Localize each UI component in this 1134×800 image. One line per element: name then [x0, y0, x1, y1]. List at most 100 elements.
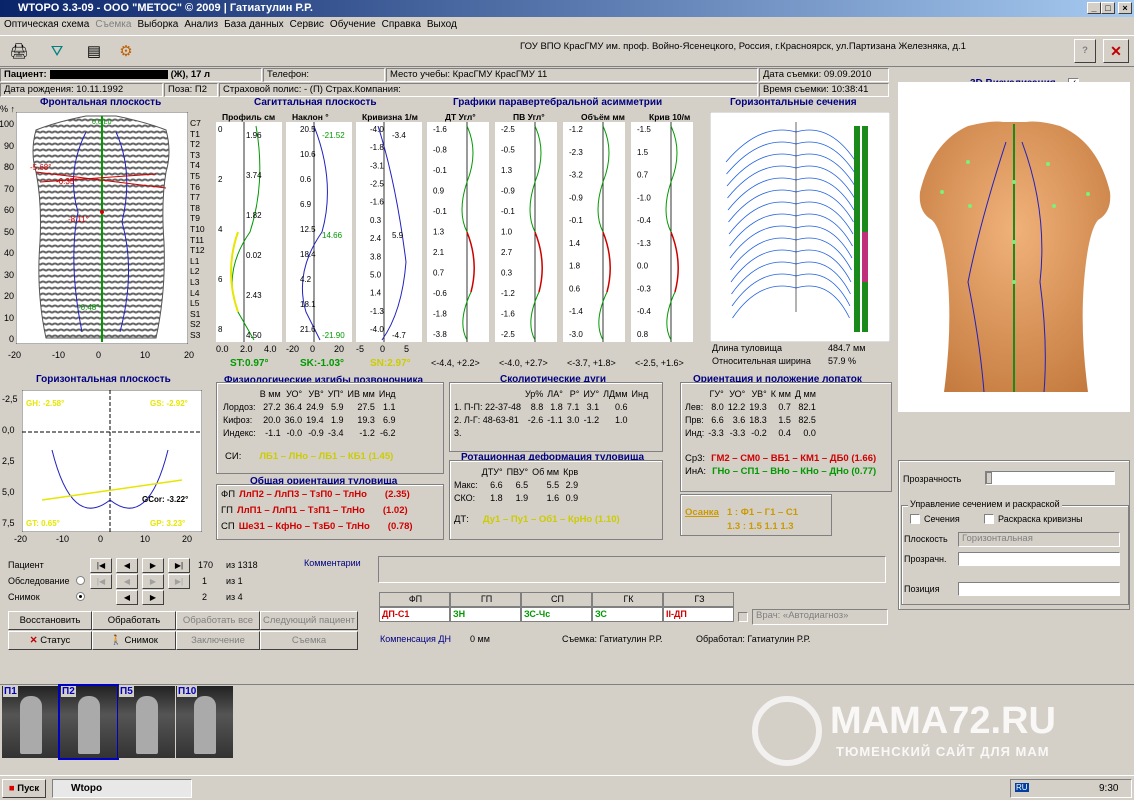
- card-icon[interactable]: ▤: [83, 40, 105, 62]
- nav-button[interactable]: ◀: [116, 574, 138, 589]
- menu-item-7[interactable]: Справка: [382, 17, 427, 33]
- posture-values-2: 1.3 : 1.5 1.1 1.3: [727, 521, 794, 532]
- viz3d-view[interactable]: [898, 82, 1130, 412]
- nav-button[interactable]: |◀: [90, 558, 112, 573]
- process-all-button[interactable]: Обработать все: [176, 611, 260, 630]
- start-button[interactable]: ■ Пуск: [2, 779, 46, 798]
- physio-cell: -6.2: [380, 427, 396, 438]
- print-icon[interactable]: 🖨: [8, 40, 30, 62]
- status-button[interactable]: ✕ Статус: [8, 631, 92, 650]
- language-indicator[interactable]: RU: [1015, 783, 1029, 792]
- diag-value[interactable]: II-ДП: [663, 607, 734, 622]
- scol-cell: 3.1: [586, 401, 600, 412]
- parav-tick: -0.6: [433, 289, 447, 298]
- physio-header: Инд: [378, 388, 396, 399]
- frontal-x-tick: 10: [140, 350, 151, 360]
- parav-tick: 1.8: [569, 262, 581, 271]
- filter-icon[interactable]: ⛛: [46, 40, 68, 62]
- shoot-time-field: Время съемки: 10:38:41: [759, 83, 889, 97]
- nav-button[interactable]: ▶|: [168, 558, 190, 573]
- menu-item-3[interactable]: Анализ: [184, 17, 224, 33]
- orient-values: ЛлП2 – ЛлП3 – ТзП0 – ТлНо: [239, 489, 367, 500]
- hplane-x-tick: 20: [182, 534, 193, 544]
- diag-value[interactable]: ДП-С1: [379, 607, 450, 622]
- doctor-checkbox[interactable]: [738, 612, 748, 622]
- close-window-button[interactable]: ×: [1118, 2, 1132, 14]
- scol-cell: [565, 426, 582, 439]
- comments-input[interactable]: [378, 556, 886, 583]
- minimize-button[interactable]: _: [1087, 2, 1101, 14]
- sections-checkbox[interactable]: [910, 514, 920, 524]
- vertebra-label: T4: [190, 160, 200, 171]
- diag-value[interactable]: ЗС: [592, 607, 663, 622]
- menu-item-6[interactable]: Обучение: [330, 17, 382, 33]
- conclusion-button[interactable]: Заключение: [176, 631, 260, 650]
- physio-cell: 1.9: [330, 414, 344, 425]
- nav-button[interactable]: ▶|: [168, 574, 190, 589]
- shot-radio[interactable]: [76, 592, 85, 601]
- patient-number: 170: [198, 560, 214, 570]
- exit-button[interactable]: ✕: [1103, 39, 1129, 63]
- gear-icon[interactable]: ⚙: [115, 40, 137, 62]
- menu-item-4[interactable]: База данных: [224, 17, 290, 33]
- toolbar: 🖨 ⛛ ▤ ⚙ ГОУ ВПО КрасГМУ им. проф. Войно-…: [0, 35, 1134, 67]
- vertebra-label: L4: [190, 287, 200, 298]
- scol-header: ЛА°: [547, 388, 563, 399]
- frontal-y-tick: 60: [3, 205, 14, 215]
- si-label: СИ:: [225, 451, 242, 462]
- orient-key: СП: [221, 521, 235, 532]
- thumbnail-figure-icon: [194, 696, 216, 754]
- physio-cell: -0.0: [286, 427, 303, 438]
- rot-header: ДТУ°: [481, 466, 503, 477]
- shoot-button[interactable]: Съемка: [260, 631, 358, 650]
- diag-value[interactable]: ЗН: [450, 607, 521, 622]
- nav-button[interactable]: ▶: [142, 590, 164, 605]
- plane-select[interactable]: Горизонтальная: [958, 532, 1120, 547]
- menu-item-1[interactable]: Съемка: [95, 17, 137, 33]
- menu-item-5[interactable]: Сервис: [290, 17, 330, 33]
- thumbnail-label: П5: [119, 686, 134, 697]
- scol-cell: [601, 426, 629, 439]
- scap-header: [683, 387, 706, 400]
- scap-cell: 1.5: [778, 414, 791, 425]
- taskbar-app[interactable]: Wtopo: [52, 779, 192, 798]
- restore-button[interactable]: Восстановить: [8, 611, 92, 630]
- window-title: WTOPO 3.3-09 - ООО "МЕТОС" © 2009 | Гати…: [0, 0, 1134, 17]
- menu-item-8[interactable]: Выход: [427, 17, 463, 33]
- scapula-group: ГУ° УО° УВ° К мм Д мм Лев: 8.0 12.2 19.3 0.7 82.1 П…: [680, 382, 892, 492]
- position-slider[interactable]: [958, 582, 1120, 596]
- shot-by: Съемка: Гатиатулин Р.Р.: [562, 634, 663, 644]
- help-button[interactable]: ?: [1074, 39, 1096, 63]
- process-button[interactable]: Обработать: [92, 611, 176, 630]
- sections-label: Сечения: [924, 514, 960, 524]
- transparency-slider[interactable]: [985, 471, 1115, 485]
- vertebra-labels: C7 T1 T2 T3 T4 T5 T6 T7 T8 T9 T10 T11 T12 L1 L2 L3 L4 L5 S…: [190, 118, 210, 346]
- next-patient-button[interactable]: Следующий пациент: [260, 611, 358, 630]
- scoliotic-group: Ур% ЛА° Р° ИУ° ЛДмм Инд 1. П-П: 22-37-48 8.8 1.8…: [449, 382, 663, 452]
- menu-item-0[interactable]: Оптическая схема: [4, 17, 95, 33]
- diag-value[interactable]: ЗС-Чс: [521, 607, 592, 622]
- snapshot-button[interactable]: 🚶 Снимок: [92, 631, 176, 650]
- rot-cell: 6.6: [490, 479, 503, 490]
- sagittal-tick: 0.6: [300, 175, 312, 184]
- vertebra-label: T12: [190, 245, 205, 256]
- orient-key: ГП: [221, 505, 233, 516]
- nav-button[interactable]: ▶: [142, 574, 164, 589]
- vertebra-label: L3: [190, 277, 200, 287]
- menu-item-2[interactable]: Выборка: [137, 17, 184, 33]
- exam-radio[interactable]: [76, 576, 85, 585]
- maximize-button[interactable]: □: [1101, 2, 1115, 14]
- nav-button[interactable]: ▶: [142, 558, 164, 573]
- frontal-angle-4: -0.48°: [78, 303, 99, 312]
- scap-cell: -3.3: [729, 427, 746, 438]
- scap-cell: Инд:: [685, 427, 705, 438]
- transp2-slider[interactable]: [958, 552, 1120, 566]
- curvature-checkbox[interactable]: [984, 514, 994, 524]
- sagittal-tick: 18.4: [300, 250, 316, 259]
- nav-button[interactable]: |◀: [90, 574, 112, 589]
- nav-button[interactable]: ◀: [116, 558, 138, 573]
- sagittal-value: 14.66: [322, 231, 343, 240]
- scap-cell: 0.7: [778, 401, 791, 412]
- orient-row: ГП ЛлП1 – ЛлП1 – ТзП1 – ТлНо (1.02): [221, 505, 408, 516]
- nav-button[interactable]: ◀: [116, 590, 138, 605]
